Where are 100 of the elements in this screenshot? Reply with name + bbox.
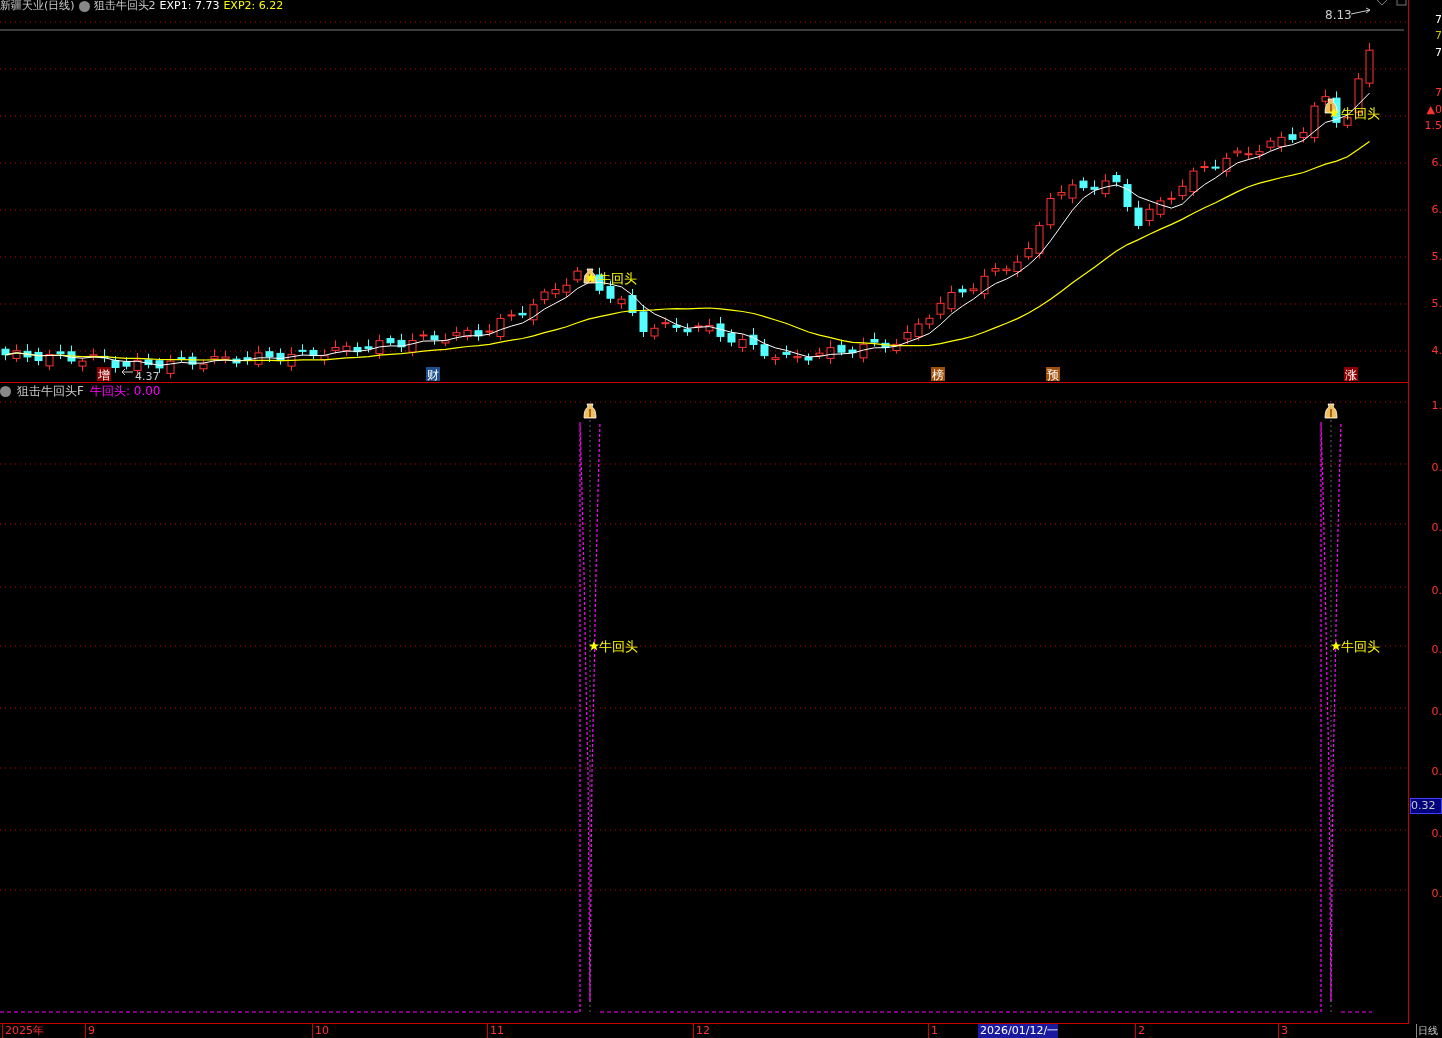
- candlestick: [386, 334, 395, 347]
- candlestick: [1079, 176, 1088, 192]
- star-icon: [589, 641, 599, 651]
- candlestick: [331, 339, 340, 355]
- time-label: 12: [693, 1024, 710, 1038]
- candlestick: [1200, 160, 1209, 173]
- axis-label: 0.: [1431, 887, 1442, 900]
- candlestick: [639, 304, 648, 338]
- candlestick: [254, 345, 263, 368]
- candlestick: [210, 348, 219, 365]
- candlestick: [463, 326, 472, 341]
- candlestick: [221, 350, 230, 364]
- candlestick: [1090, 179, 1099, 196]
- indicator-value: EXP2: 6.22: [223, 0, 284, 12]
- candlestick: [925, 314, 934, 330]
- candlestick: [265, 346, 274, 363]
- candlestick: [320, 348, 329, 366]
- axis-label: 0.: [1431, 461, 1442, 474]
- candlestick: [309, 346, 318, 360]
- time-label: 11: [487, 1024, 504, 1038]
- current-value-label: 0.32: [1410, 798, 1442, 814]
- candlestick: [111, 355, 120, 374]
- collapse-icon[interactable]: [0, 385, 11, 397]
- axis-label: 0.: [1431, 643, 1442, 656]
- indicator-value: 牛回头: 0.00: [89, 384, 161, 398]
- axis-label: 7: [1435, 86, 1442, 99]
- candlestick: [892, 338, 901, 354]
- window-icon[interactable]: [1396, 0, 1407, 6]
- candlestick: [705, 318, 714, 335]
- candlestick: [1068, 178, 1077, 204]
- candlestick: [23, 343, 32, 363]
- candlestick: [540, 288, 549, 305]
- candlestick: [364, 339, 373, 353]
- candlestick: [1288, 126, 1297, 144]
- candlestick: [1002, 264, 1011, 276]
- candlestick: [45, 349, 54, 371]
- time-label: 3: [1278, 1024, 1288, 1038]
- candlestick: [1365, 42, 1374, 88]
- candlestick: [815, 347, 824, 360]
- candlestick: [496, 313, 505, 341]
- candlestick: [1112, 171, 1121, 188]
- candlestick: [1277, 131, 1286, 153]
- candlestick: [870, 332, 879, 347]
- money-bag-icon: [1324, 403, 1338, 419]
- candlestick: [298, 343, 307, 357]
- axis-label: 0.: [1431, 705, 1442, 718]
- candlestick: [529, 298, 538, 326]
- candlestick: [617, 295, 626, 310]
- candlestick: [661, 316, 670, 329]
- candlestick: [144, 353, 153, 369]
- candlestick: [1035, 221, 1044, 260]
- candlestick: [727, 328, 736, 347]
- candlestick: [760, 338, 769, 360]
- candlestick: [353, 341, 362, 357]
- candlestick: [177, 350, 186, 363]
- candlestick: [1, 345, 10, 361]
- star-icon: [1331, 641, 1341, 651]
- candlestick: [397, 333, 406, 353]
- candlestick: [1156, 196, 1165, 218]
- axis-label: 0.: [1431, 827, 1442, 840]
- axis-label: 7: [1435, 13, 1442, 26]
- time-label: 1: [928, 1024, 938, 1038]
- candlestick: [1189, 166, 1198, 197]
- candlestick: [12, 343, 21, 363]
- candlestick: [408, 332, 417, 357]
- candlestick: [276, 347, 285, 366]
- collapse-icon[interactable]: [78, 0, 90, 12]
- candlestick: [991, 262, 1000, 277]
- marker-label: 增: [98, 368, 110, 382]
- candlestick: [738, 333, 747, 353]
- candlestick: [1321, 89, 1330, 106]
- candlestick: [34, 347, 43, 366]
- candlestick: [67, 345, 76, 365]
- candlestick: [1211, 159, 1220, 171]
- axis-label: 5.: [1431, 297, 1442, 310]
- candlestick: [199, 358, 208, 373]
- low-price-label: 4.37: [135, 370, 160, 383]
- candlestick: [243, 350, 252, 366]
- candlestick: [782, 345, 791, 359]
- candlestick: [1310, 101, 1319, 143]
- money-bag-icon: [583, 403, 597, 419]
- candlestick: [122, 356, 131, 370]
- candlestick: [1299, 126, 1308, 144]
- indicator-name: 狙击牛回头F: [17, 384, 84, 398]
- candlestick: [1244, 146, 1253, 160]
- axis-label: 4.: [1431, 344, 1442, 357]
- candlestick: [694, 322, 703, 333]
- candlestick: [683, 322, 692, 337]
- candlestick: [573, 266, 582, 284]
- candlestick: [914, 317, 923, 342]
- candlestick: [958, 285, 967, 298]
- axis-label: 0.: [1431, 584, 1442, 597]
- candlestick: [980, 268, 989, 300]
- candlestick: [1178, 178, 1187, 201]
- candlestick: [881, 338, 890, 354]
- signal-label: 牛回头: [599, 639, 638, 654]
- axis-label: 7: [1435, 46, 1442, 59]
- candlestick: [507, 309, 516, 322]
- candlestick: [1134, 200, 1143, 230]
- money-bag-icon: [1324, 98, 1338, 114]
